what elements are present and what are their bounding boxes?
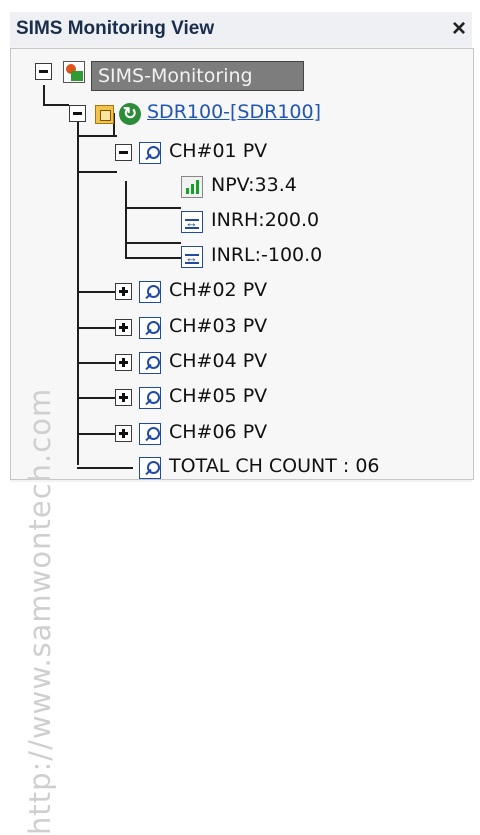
monitor-icon (63, 61, 85, 83)
channel-node-6[interactable]: CH#06 PV (169, 421, 267, 443)
expand-toggle[interactable] (115, 425, 132, 442)
channel-node-2[interactable]: CH#02 PV (169, 279, 267, 301)
param-inrh[interactable]: INRH:200.0 (211, 209, 319, 231)
expand-toggle[interactable] (115, 354, 132, 371)
root-label: SIMS-Monitoring (98, 65, 253, 87)
search-icon (139, 281, 161, 303)
total-channel-count[interactable]: TOTAL CH COUNT : 06 (169, 455, 380, 477)
expand-toggle[interactable] (115, 389, 132, 406)
refresh-icon[interactable]: ↻ (119, 103, 141, 125)
search-icon (139, 423, 161, 445)
param-npv[interactable]: NPV:33.4 (211, 174, 297, 196)
watermark: http://www.samwontech.com (23, 387, 57, 835)
collapse-toggle[interactable] (35, 63, 52, 80)
channel-node-4[interactable]: CH#04 PV (169, 350, 267, 372)
channel-node-5[interactable]: CH#05 PV (169, 385, 267, 407)
monitoring-panel: SIMS Monitoring View × http://www.samwon… (10, 12, 474, 835)
expand-toggle[interactable] (115, 319, 132, 336)
panel-title: SIMS Monitoring View (16, 18, 215, 39)
tree-view[interactable]: http://www.samwontech.com SIMS-Monitorin… (10, 48, 474, 835)
search-icon (139, 457, 161, 479)
title-bar: SIMS Monitoring View × (10, 12, 472, 46)
search-icon (139, 387, 161, 409)
device-icon (95, 105, 114, 124)
search-icon (139, 352, 161, 374)
expand-toggle[interactable] (115, 283, 132, 300)
search-icon (139, 317, 161, 339)
range-icon (181, 211, 203, 233)
close-icon[interactable]: × (452, 15, 466, 43)
tree-root[interactable]: SIMS-Monitoring (91, 61, 304, 91)
channel-node-3[interactable]: CH#03 PV (169, 315, 267, 337)
search-icon (139, 142, 161, 164)
channel-node-1[interactable]: CH#01 PV (169, 140, 267, 162)
device-link[interactable]: SDR100-[SDR100] (147, 101, 321, 123)
collapse-toggle[interactable] (115, 144, 132, 161)
bar-chart-icon (181, 176, 203, 198)
range-icon (181, 246, 203, 268)
param-inrl[interactable]: INRL:-100.0 (211, 244, 322, 266)
collapse-toggle[interactable] (69, 105, 86, 122)
